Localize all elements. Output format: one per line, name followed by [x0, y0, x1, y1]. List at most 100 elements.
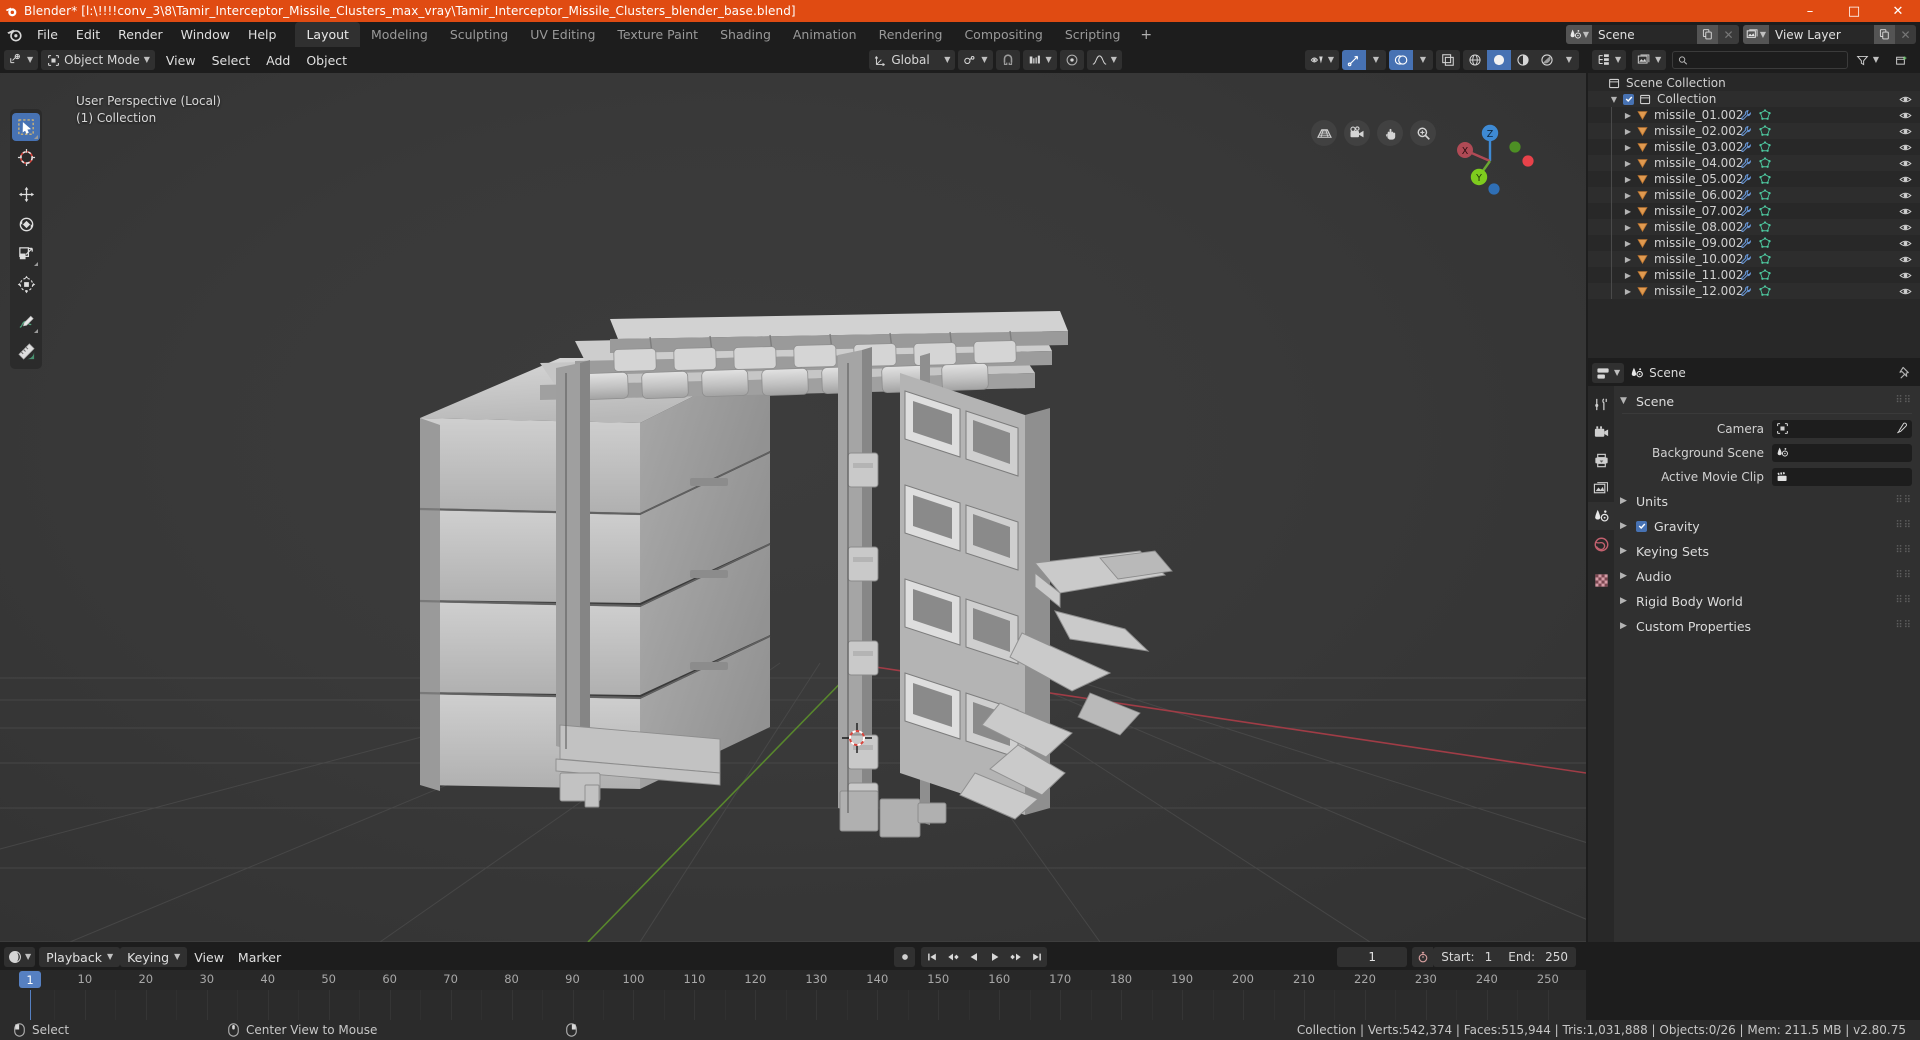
panel-header-rigid-body-world[interactable]: ▶ Rigid Body World ⠿⠿ — [1614, 590, 1920, 612]
remove-view-layer-button[interactable]: ✕ — [1895, 25, 1916, 44]
record-icon[interactable] — [894, 947, 916, 967]
new-view-layer-button[interactable] — [1874, 25, 1895, 44]
modifier-icon[interactable] — [1740, 189, 1752, 201]
workspace-tab-layout[interactable]: Layout — [295, 22, 360, 47]
visibility-eye-icon[interactable] — [1899, 93, 1912, 106]
mesh-data-icon[interactable] — [1759, 157, 1771, 169]
menu-help[interactable]: Help — [239, 25, 286, 44]
outliner-row-object[interactable]: ▶ missile_12.002 — [1588, 283, 1920, 299]
timeline-view-menu[interactable]: View — [187, 947, 231, 967]
disclosure-triangle-icon[interactable]: ▶ — [1622, 159, 1634, 168]
snap-magnet-toggle[interactable] — [995, 50, 1020, 70]
output-tab[interactable] — [1588, 446, 1614, 474]
outliner-editor-type-selector[interactable]: ▼ — [1592, 50, 1627, 70]
mesh-data-icon[interactable] — [1759, 189, 1771, 201]
viewport-menu-object[interactable]: Object — [298, 50, 355, 70]
move-tool[interactable] — [12, 180, 40, 208]
workspace-tab-scripting[interactable]: Scripting — [1054, 22, 1132, 47]
tool-tab[interactable] — [1588, 390, 1614, 418]
timeline-track[interactable] — [0, 990, 1586, 1020]
active-movie-clip-field[interactable] — [1772, 467, 1912, 486]
scene-tab[interactable] — [1588, 502, 1614, 530]
zoom-view-icon[interactable] — [1410, 120, 1436, 146]
panel-header-gravity[interactable]: ▶ Gravity ⠿⠿ — [1614, 515, 1920, 537]
scale-tool[interactable] — [12, 240, 40, 268]
workspace-tab-shading[interactable]: Shading — [709, 22, 782, 47]
visibility-eye-icon[interactable] — [1899, 157, 1912, 170]
outliner-row-object[interactable]: ▶ missile_10.002 — [1588, 251, 1920, 267]
cursor-tool[interactable] — [12, 143, 40, 171]
mesh-data-icon[interactable] — [1759, 125, 1771, 137]
view-layer-tab[interactable] — [1588, 474, 1614, 502]
outliner-new-collection-button[interactable] — [1890, 50, 1913, 70]
shading-rendered-button[interactable] — [1535, 50, 1559, 70]
mesh-data-icon[interactable] — [1759, 141, 1771, 153]
modifier-icon[interactable] — [1740, 237, 1752, 249]
axis-navigation-gizmo[interactable]: Z X Y — [1442, 113, 1538, 209]
outliner-row-object[interactable]: ▶ missile_07.002 — [1588, 203, 1920, 219]
minimize-button[interactable]: – — [1788, 0, 1832, 22]
outliner-row-object[interactable]: ▶ missile_01.002 — [1588, 107, 1920, 123]
remove-scene-button[interactable]: ✕ — [1718, 25, 1739, 44]
viewport-canvas[interactable]: User Perspective (Local) (1) Collection — [0, 73, 1586, 942]
panel-header-units[interactable]: ▶ Units ⠿⠿ — [1614, 490, 1920, 512]
outliner-row-collection[interactable]: ▼ Collection — [1588, 91, 1920, 107]
disclosure-triangle-icon[interactable]: ▶ — [1622, 175, 1634, 184]
gizmo-toggle[interactable] — [1342, 50, 1366, 70]
visibility-selector[interactable]: ▼ — [1304, 50, 1339, 70]
visibility-eye-icon[interactable] — [1899, 285, 1912, 298]
overlays-options-dropdown[interactable]: ▼ — [1413, 50, 1433, 70]
snap-pivot-selector[interactable]: ▼ — [958, 50, 993, 70]
disclosure-triangle-icon[interactable]: ▶ — [1622, 111, 1634, 120]
disclosure-triangle-icon[interactable]: ▶ — [1622, 223, 1634, 232]
transform-orientation-selector[interactable]: Global ▼ — [869, 50, 956, 70]
workspace-tab-compositing[interactable]: Compositing — [953, 22, 1053, 47]
outliner-search-input[interactable] — [1672, 51, 1848, 69]
outliner-row-object[interactable]: ▶ missile_09.002 — [1588, 235, 1920, 251]
mesh-data-icon[interactable] — [1759, 285, 1771, 297]
modifier-icon[interactable] — [1740, 205, 1752, 217]
world-tab[interactable] — [1588, 530, 1614, 558]
scene-name[interactable]: Scene — [1592, 25, 1697, 44]
proportional-editing-selector[interactable]: ▼ — [1022, 50, 1057, 70]
timeline-editor-type-selector[interactable]: ▼ — [4, 947, 36, 967]
disclosure-triangle-icon[interactable]: ▶ — [1622, 287, 1634, 296]
disclosure-triangle-icon[interactable]: ▶ — [1622, 207, 1634, 216]
outliner-row-object[interactable]: ▶ missile_08.002 — [1588, 219, 1920, 235]
modifier-icon[interactable] — [1740, 253, 1752, 265]
next-keyframe-icon[interactable] — [1005, 947, 1027, 967]
rotate-tool[interactable] — [12, 210, 40, 238]
maximize-button[interactable]: □ — [1832, 0, 1876, 22]
measure-tool[interactable] — [12, 337, 40, 365]
panel-header-custom-properties[interactable]: ▶ Custom Properties ⠿⠿ — [1614, 615, 1920, 637]
new-scene-button[interactable] — [1697, 25, 1718, 44]
add-workspace-button[interactable]: + — [1131, 22, 1161, 47]
scene-selector[interactable]: ▼ Scene ✕ — [1566, 25, 1739, 44]
visibility-eye-icon[interactable] — [1899, 125, 1912, 138]
prev-keyframe-icon[interactable] — [942, 947, 964, 967]
modifier-icon[interactable] — [1740, 173, 1752, 185]
modifier-icon[interactable] — [1740, 125, 1752, 137]
panel-header-keying-sets[interactable]: ▶ Keying Sets ⠿⠿ — [1614, 540, 1920, 562]
camera-field[interactable] — [1772, 419, 1912, 438]
disclosure-triangle-icon[interactable]: ▶ — [1622, 143, 1634, 152]
timeline-keying-menu[interactable]: Keying ▼ — [120, 947, 188, 967]
mesh-data-icon[interactable] — [1759, 253, 1771, 265]
pan-view-icon[interactable] — [1377, 120, 1403, 146]
timeline-ruler[interactable]: 10 20 30 40 50 60 70 80 90 100 110 120 130 140 150 160 1… — [0, 970, 1586, 990]
outliner-row-object[interactable]: ▶ missile_04.002 — [1588, 155, 1920, 171]
outliner-display-mode-selector[interactable]: ▼ — [1632, 50, 1667, 70]
timeline-marker-menu[interactable]: Marker — [231, 947, 288, 967]
timeline-playhead[interactable] — [30, 990, 31, 1020]
shading-material-button[interactable] — [1511, 50, 1535, 70]
pin-icon[interactable] — [1897, 366, 1912, 381]
timeline-playhead-badge[interactable]: 1 — [19, 971, 41, 988]
object-mode-selector[interactable]: Object Mode ▼ — [41, 50, 155, 70]
current-frame-field[interactable]: 1 — [1337, 947, 1408, 967]
modifier-icon[interactable] — [1740, 285, 1752, 297]
proportional-toggle[interactable] — [1059, 50, 1084, 70]
blender-logo-icon[interactable] — [0, 22, 28, 47]
disclosure-triangle-icon[interactable]: ▶ — [1622, 127, 1634, 136]
falloff-selector[interactable]: ▼ — [1086, 50, 1122, 70]
mesh-data-icon[interactable] — [1759, 237, 1771, 249]
